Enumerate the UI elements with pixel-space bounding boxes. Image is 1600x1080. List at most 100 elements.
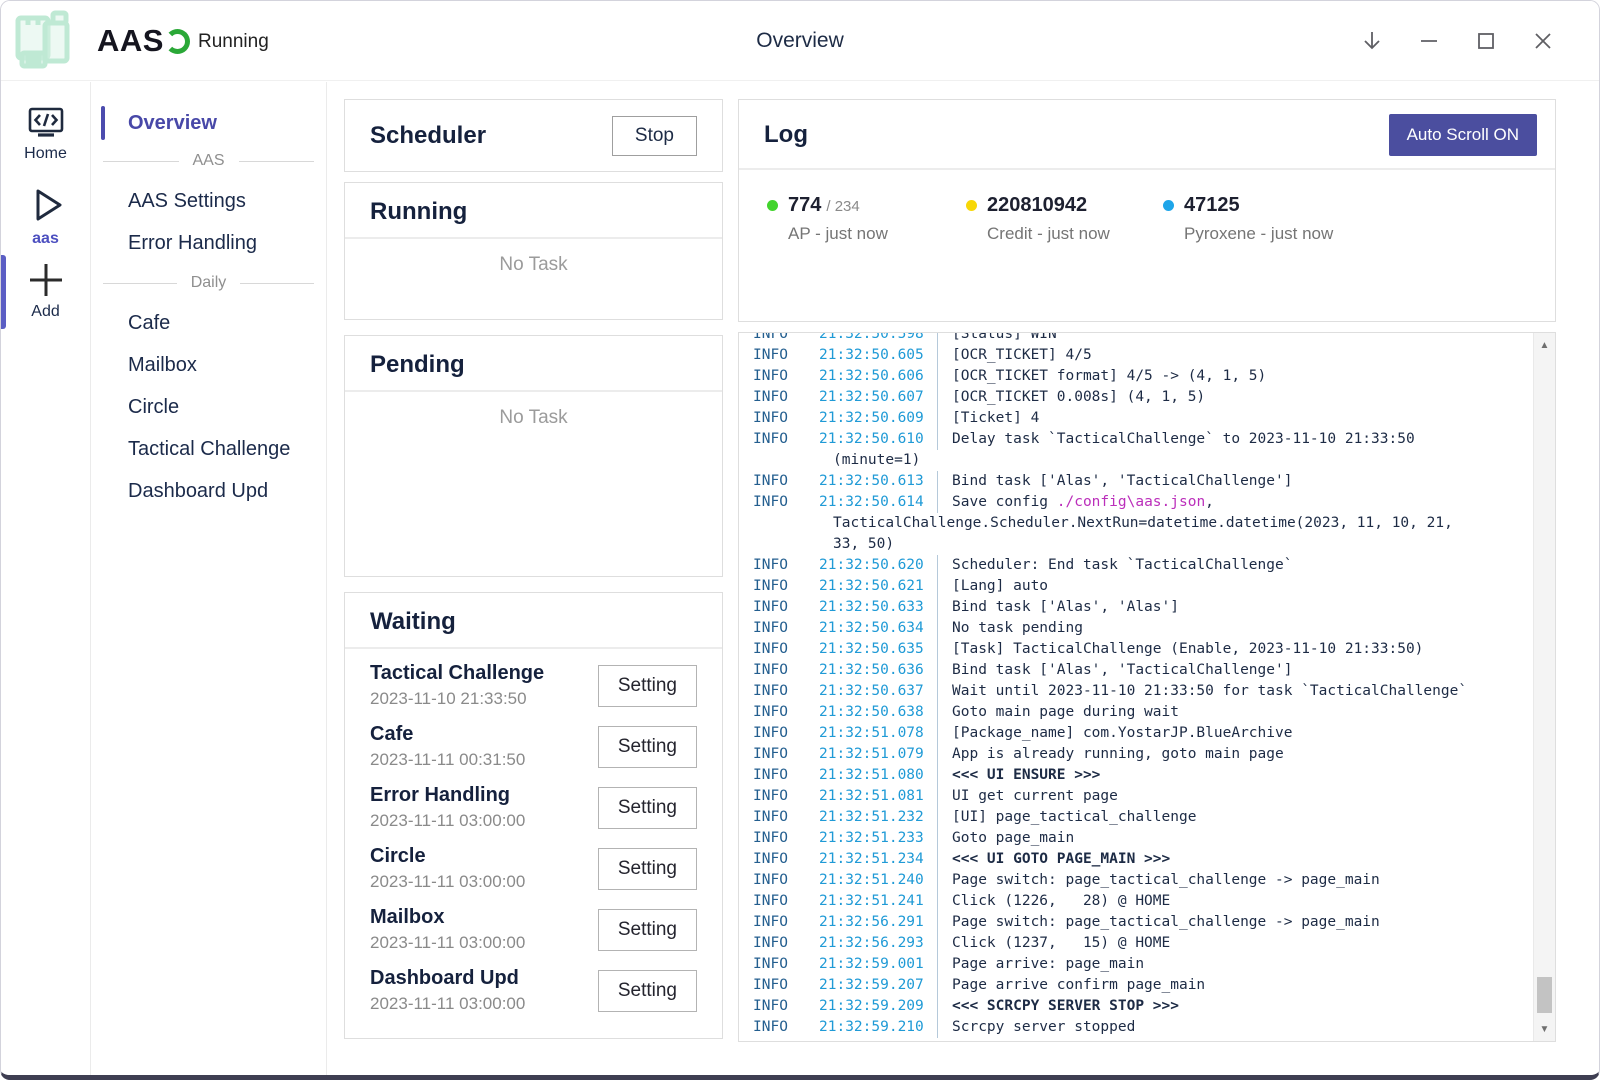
log-level: INFO	[739, 765, 819, 786]
log-timestamp: 21:32:50.636	[819, 660, 937, 681]
scroll-up-icon[interactable]: ▲	[1534, 336, 1555, 354]
sidebar-item-aas[interactable]: aas	[1, 169, 90, 248]
log-level: INFO	[739, 408, 819, 429]
log-timestamp: 21:32:59.209	[819, 996, 937, 1017]
nav-item-aas-settings[interactable]: AAS Settings	[91, 180, 326, 222]
log-timestamp: 21:32:50.620	[819, 555, 937, 576]
scrollbar-thumb[interactable]	[1537, 977, 1552, 1013]
log-message: UI get current page	[937, 786, 1118, 807]
log-entry: INFO21:32:59.207Page arrive confirm page…	[739, 975, 1532, 996]
log-timestamp: 21:32:51.240	[819, 870, 937, 891]
nav-active-indicator	[101, 106, 105, 140]
log-message: [Status] WIN	[937, 333, 1057, 345]
nav-item-error-handling[interactable]: Error Handling	[91, 222, 326, 264]
scheduler-card: Scheduler Stop	[344, 99, 723, 172]
maximize-icon[interactable]	[1474, 29, 1498, 53]
auto-scroll-toggle-button[interactable]: Auto Scroll ON	[1389, 114, 1537, 156]
log-level: INFO	[739, 345, 819, 366]
log-timestamp: 21:32:51.079	[819, 744, 937, 765]
log-entry: INFO21:32:50.634No task pending	[739, 618, 1532, 639]
stat-max-value: / 234	[826, 198, 859, 215]
log-entry: INFO21:32:51.232[UI] page_tactical_chall…	[739, 807, 1532, 828]
stop-button[interactable]: Stop	[612, 116, 697, 156]
log-entry: INFO21:32:51.234<<< UI GOTO PAGE_MAIN >>…	[739, 849, 1532, 870]
nav-item-circle[interactable]: Circle	[91, 386, 326, 428]
log-timestamp: 21:32:59.207	[819, 975, 937, 996]
sidebar-item-add[interactable]: Add	[1, 248, 90, 321]
log-entry: INFO21:32:51.080<<< UI ENSURE >>>	[739, 765, 1532, 786]
log-message: No task pending	[937, 618, 1083, 639]
log-message: Goto page_main	[937, 828, 1074, 849]
task-setting-button[interactable]: Setting	[598, 787, 697, 829]
log-title: Log	[764, 121, 808, 149]
log-message: Goto main page during wait	[937, 702, 1179, 723]
close-icon[interactable]	[1531, 29, 1555, 53]
log-message: Bind task ['Alas', 'Alas']	[937, 597, 1179, 618]
task-setting-button[interactable]: Setting	[598, 909, 697, 951]
log-message: <<< SCRCPY SERVER STOP >>>	[937, 996, 1179, 1017]
nav-item-mailbox[interactable]: Mailbox	[91, 344, 326, 386]
log-entry: INFO21:32:50.620Scheduler: End task `Tac…	[739, 555, 1532, 576]
log-output-panel: INFO21:32:50.598[Status] WININFO21:32:50…	[738, 332, 1556, 1042]
log-scrollbar[interactable]: ▲ ▼	[1533, 333, 1555, 1041]
log-message: <<< UI GOTO PAGE_MAIN >>>	[937, 849, 1170, 870]
waiting-task-row: Circle2023-11-11 03:00:00Setting	[370, 838, 697, 899]
log-message: [OCR_TICKET 0.008s] (4, 1, 5)	[937, 387, 1205, 408]
log-timestamp: 21:32:59.001	[819, 954, 937, 975]
log-entry: INFO21:32:51.079App is already running, …	[739, 744, 1532, 765]
log-entry: INFO21:32:59.001Page arrive: page_main	[739, 954, 1532, 975]
divider-line	[239, 161, 315, 162]
nav-item-cafe[interactable]: Cafe	[91, 302, 326, 344]
log-entry: INFO21:32:56.293Click (1237, 15) @ HOME	[739, 933, 1532, 954]
log-level: INFO	[739, 786, 819, 807]
waiting-task-row: Cafe2023-11-11 00:31:50Setting	[370, 716, 697, 777]
nav-item-overview[interactable]: Overview	[91, 104, 326, 142]
task-setting-button[interactable]: Setting	[598, 665, 697, 707]
minimize-icon[interactable]	[1417, 29, 1441, 53]
log-message: [UI] page_tactical_challenge	[937, 807, 1196, 828]
log-entry: INFO21:32:51.241Click (1226, 28) @ HOME	[739, 891, 1532, 912]
waiting-task-row: Mailbox2023-11-11 03:00:00Setting	[370, 899, 697, 960]
nav-item-tactical-challenge[interactable]: Tactical Challenge	[91, 428, 326, 470]
scroll-down-icon[interactable]: ▼	[1534, 1020, 1555, 1038]
log-timestamp: 21:32:56.291	[819, 912, 937, 933]
running-title: Running	[345, 183, 722, 237]
window-controls	[1360, 1, 1555, 81]
download-icon[interactable]	[1360, 29, 1384, 53]
log-entry: INFO21:32:51.081UI get current page	[739, 786, 1532, 807]
log-entry: INFO21:32:51.233Goto page_main	[739, 828, 1532, 849]
log-level: INFO	[739, 933, 819, 954]
divider-line	[240, 283, 314, 284]
divider	[345, 390, 722, 392]
stat-label: Credit - just now	[987, 224, 1110, 244]
log-entry: INFO21:32:50.621[Lang] auto	[739, 576, 1532, 597]
task-setting-button[interactable]: Setting	[598, 970, 697, 1012]
log-timestamp: 21:32:50.637	[819, 681, 937, 702]
log-level: INFO	[739, 471, 819, 492]
log-message: Page switch: page_tactical_challenge -> …	[937, 870, 1380, 891]
log-entry: INFO21:32:50.614Save config ./config\aas…	[739, 492, 1532, 513]
log-timestamp: 21:32:59.210	[819, 1017, 937, 1038]
log-level: INFO	[739, 996, 819, 1017]
waiting-task-info: Dashboard Upd2023-11-11 03:00:00	[370, 967, 525, 1014]
log-entry: INFO21:32:50.606[OCR_TICKET format] 4/5 …	[739, 366, 1532, 387]
scheduler-title: Scheduler	[370, 122, 486, 150]
log-lines: INFO21:32:50.598[Status] WININFO21:32:50…	[739, 333, 1532, 1038]
log-level: INFO	[739, 828, 819, 849]
stat-text: 220810942Credit - just now	[987, 194, 1110, 244]
log-timestamp: 21:32:50.605	[819, 345, 937, 366]
nav-item-dashboard-upd[interactable]: Dashboard Upd	[91, 470, 326, 512]
task-setting-button[interactable]: Setting	[598, 848, 697, 890]
waiting-task-time: 2023-11-11 03:00:00	[370, 994, 525, 1014]
resource-stats: 774/ 234AP - just now220810942Credit - j…	[739, 170, 1555, 244]
log-scroll-area[interactable]: INFO21:32:50.598[Status] WININFO21:32:50…	[739, 333, 1532, 1041]
log-timestamp: 21:32:56.293	[819, 933, 937, 954]
log-entry: INFO21:32:56.291Page switch: page_tactic…	[739, 912, 1532, 933]
home-code-monitor-icon	[25, 104, 67, 142]
log-level: INFO	[739, 870, 819, 891]
log-message: <<< UI ENSURE >>>	[937, 765, 1100, 786]
pending-card: Pending No Task	[344, 335, 723, 577]
task-setting-button[interactable]: Setting	[598, 726, 697, 768]
sidebar-item-home[interactable]: Home	[1, 82, 90, 163]
stat-dot-icon	[767, 200, 778, 211]
